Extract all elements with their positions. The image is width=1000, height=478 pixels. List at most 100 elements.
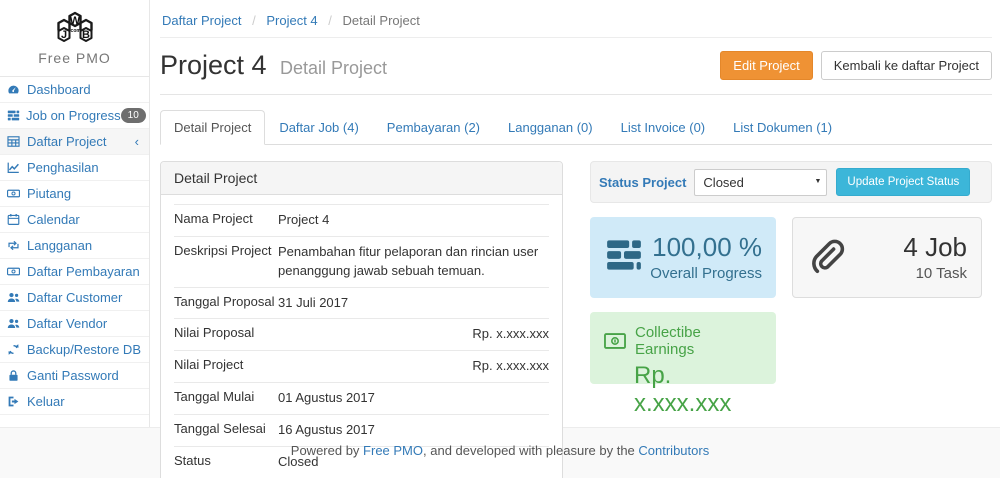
- sidebar-item-daftar-project[interactable]: Daftar Project ‹: [0, 129, 149, 155]
- jobs-text: 4 Job 10 Task: [845, 233, 967, 282]
- sidebar-item-label: Keluar: [27, 394, 141, 409]
- breadcrumb: Daftar Project / Project 4 / Detail Proj…: [160, 0, 992, 38]
- panel-body: Nama Project Project 4 Deskripsi Project…: [161, 195, 562, 478]
- job-count-badge: 10: [121, 108, 146, 123]
- summary-widgets: 100,00 % Overall Progress 4 Job 10 Task: [590, 217, 992, 384]
- progress-text: 100,00 % Overall Progress: [644, 233, 762, 282]
- svg-text:J: J: [60, 29, 66, 41]
- sidebar-item-piutang[interactable]: Piutang: [0, 181, 149, 207]
- earnings-title: Collectibe Earnings: [635, 324, 762, 358]
- status-select-wrap: Closed ▼: [694, 169, 827, 196]
- money-icon: [7, 265, 21, 278]
- overall-progress-widget: 100,00 % Overall Progress: [590, 217, 776, 298]
- dashboard-icon: [7, 83, 21, 96]
- tab-langganan[interactable]: Langganan (0): [494, 110, 607, 145]
- footer-text: Powered by: [291, 443, 363, 458]
- earnings-value: Rp. x.xxx.xxx: [634, 362, 762, 418]
- sidebar-item-label: Piutang: [27, 186, 141, 201]
- collectible-earnings-widget: Collectibe Earnings Rp. x.xxx.xxx: [590, 312, 776, 384]
- tasks-icon: [604, 237, 644, 278]
- breadcrumb-separator: /: [252, 13, 256, 28]
- sidebar-item-penghasilan[interactable]: Penghasilan: [0, 155, 149, 181]
- sidebar-item-label: Ganti Password: [27, 368, 141, 383]
- detail-row-nilai-project: Nilai Project Rp. x.xxx.xxx: [174, 351, 549, 383]
- detail-row-tanggal-proposal: Tanggal Proposal 31 Juli 2017: [174, 288, 549, 320]
- sidebar-item-keluar[interactable]: Keluar: [0, 389, 149, 415]
- users-icon: [7, 317, 21, 330]
- sidebar-item-label: Backup/Restore DB: [27, 342, 141, 357]
- edit-project-button[interactable]: Edit Project: [720, 51, 812, 80]
- svg-text:W: W: [69, 15, 80, 27]
- sidebar-item-label: Daftar Customer: [27, 290, 141, 305]
- sidebar-item-label: Langganan: [27, 238, 141, 253]
- status-project-bar: Status Project Closed ▼ Update Project S…: [590, 161, 992, 203]
- jwb-logo-icon: J W B .com: [42, 10, 108, 48]
- project-tabs: Detail Project Daftar Job (4) Pembayaran…: [160, 110, 992, 145]
- tab-daftar-job[interactable]: Daftar Job (4): [265, 110, 372, 145]
- progress-caption: Overall Progress: [644, 265, 762, 282]
- page-title-group: Project 4 Detail Project: [160, 50, 387, 81]
- page-title: Project 4: [160, 50, 267, 80]
- detail-row-tanggal-mulai: Tanggal Mulai 01 Agustus 2017: [174, 383, 549, 415]
- sidebar-item-langganan[interactable]: Langganan: [0, 233, 149, 259]
- brand-name: Free PMO: [0, 50, 149, 70]
- sidebar-item-daftar-pembayaran[interactable]: Daftar Pembayaran: [0, 259, 149, 285]
- right-column: Status Project Closed ▼ Update Project S…: [590, 161, 992, 478]
- users-icon: [7, 291, 21, 304]
- lock-icon: [7, 369, 21, 382]
- breadcrumb-current: Detail Project: [343, 13, 420, 28]
- job-count-widget: 4 Job 10 Task: [792, 217, 982, 298]
- tab-list-invoice[interactable]: List Invoice (0): [607, 110, 720, 145]
- sidebar-item-label: Dashboard: [27, 82, 141, 97]
- chevron-left-icon: ‹: [135, 134, 141, 149]
- sidebar-item-label: Daftar Vendor: [27, 316, 141, 331]
- jobs-caption: 10 Task: [845, 265, 967, 282]
- sidebar-item-label: Daftar Pembayaran: [27, 264, 141, 279]
- table-icon: [7, 135, 21, 148]
- sidebar-item-dashboard[interactable]: Dashboard: [0, 77, 149, 103]
- retweet-icon: [7, 239, 21, 252]
- status-project-label: Status Project: [599, 175, 686, 190]
- footer-text: , and developed with pleasure by the: [423, 443, 638, 458]
- jobs-value: 4 Job: [845, 233, 967, 263]
- money-icon: [604, 333, 626, 349]
- free-pmo-link[interactable]: Free PMO: [363, 443, 423, 458]
- tab-detail-project[interactable]: Detail Project: [160, 110, 265, 145]
- detail-row-nama-project: Nama Project Project 4: [174, 204, 549, 237]
- sidebar-item-label: Job on Progress: [26, 108, 121, 123]
- contributors-link[interactable]: Contributors: [638, 443, 709, 458]
- progress-value: 100,00 %: [644, 233, 762, 263]
- panel-title: Detail Project: [161, 162, 562, 195]
- tab-pembayaran[interactable]: Pembayaran (2): [373, 110, 494, 145]
- breadcrumb-project-4[interactable]: Project 4: [266, 13, 317, 28]
- detail-row-deskripsi-project: Deskripsi Project Penambahan fitur pelap…: [174, 237, 549, 288]
- sidebar-item-ganti-password[interactable]: Ganti Password: [0, 363, 149, 389]
- detail-row-nilai-proposal: Nilai Proposal Rp. x.xxx.xxx: [174, 319, 549, 351]
- paperclip-icon: [807, 235, 845, 280]
- calendar-icon: [7, 213, 21, 226]
- sidebar-item-calendar[interactable]: Calendar: [0, 207, 149, 233]
- page-header: Project 4 Detail Project Edit Project Ke…: [160, 38, 992, 95]
- sidebar-item-daftar-customer[interactable]: Daftar Customer: [0, 285, 149, 311]
- sidebar-item-label: Penghasilan: [27, 160, 141, 175]
- breadcrumb-separator: /: [328, 13, 332, 28]
- update-project-status-button[interactable]: Update Project Status: [836, 168, 970, 196]
- breadcrumb-daftar-project[interactable]: Daftar Project: [162, 13, 241, 28]
- sidebar-item-daftar-vendor[interactable]: Daftar Vendor: [0, 311, 149, 337]
- status-project-select[interactable]: Closed: [694, 169, 827, 196]
- sidebar-nav: Dashboard Job on Progress 10 Daftar Proj…: [0, 76, 149, 415]
- back-to-project-list-button[interactable]: Kembali ke daftar Project: [821, 51, 992, 80]
- sidebar-item-label: Daftar Project: [27, 134, 135, 149]
- refresh-icon: [7, 343, 21, 356]
- sidebar: J W B .com Free PMO Dashboard Job on Pro…: [0, 0, 150, 427]
- app-window: J W B .com Free PMO Dashboard Job on Pro…: [0, 0, 1000, 427]
- main-content: Daftar Project / Project 4 / Detail Proj…: [150, 0, 1000, 427]
- tasks-icon: [7, 109, 20, 122]
- money-icon: [7, 187, 21, 200]
- line-chart-icon: [7, 161, 21, 174]
- brand: J W B .com Free PMO: [0, 0, 149, 76]
- sidebar-item-backup-restore-db[interactable]: Backup/Restore DB: [0, 337, 149, 363]
- sidebar-item-job-on-progress[interactable]: Job on Progress 10: [0, 103, 149, 129]
- earnings-header: Collectibe Earnings: [604, 324, 762, 358]
- tab-list-dokumen[interactable]: List Dokumen (1): [719, 110, 846, 145]
